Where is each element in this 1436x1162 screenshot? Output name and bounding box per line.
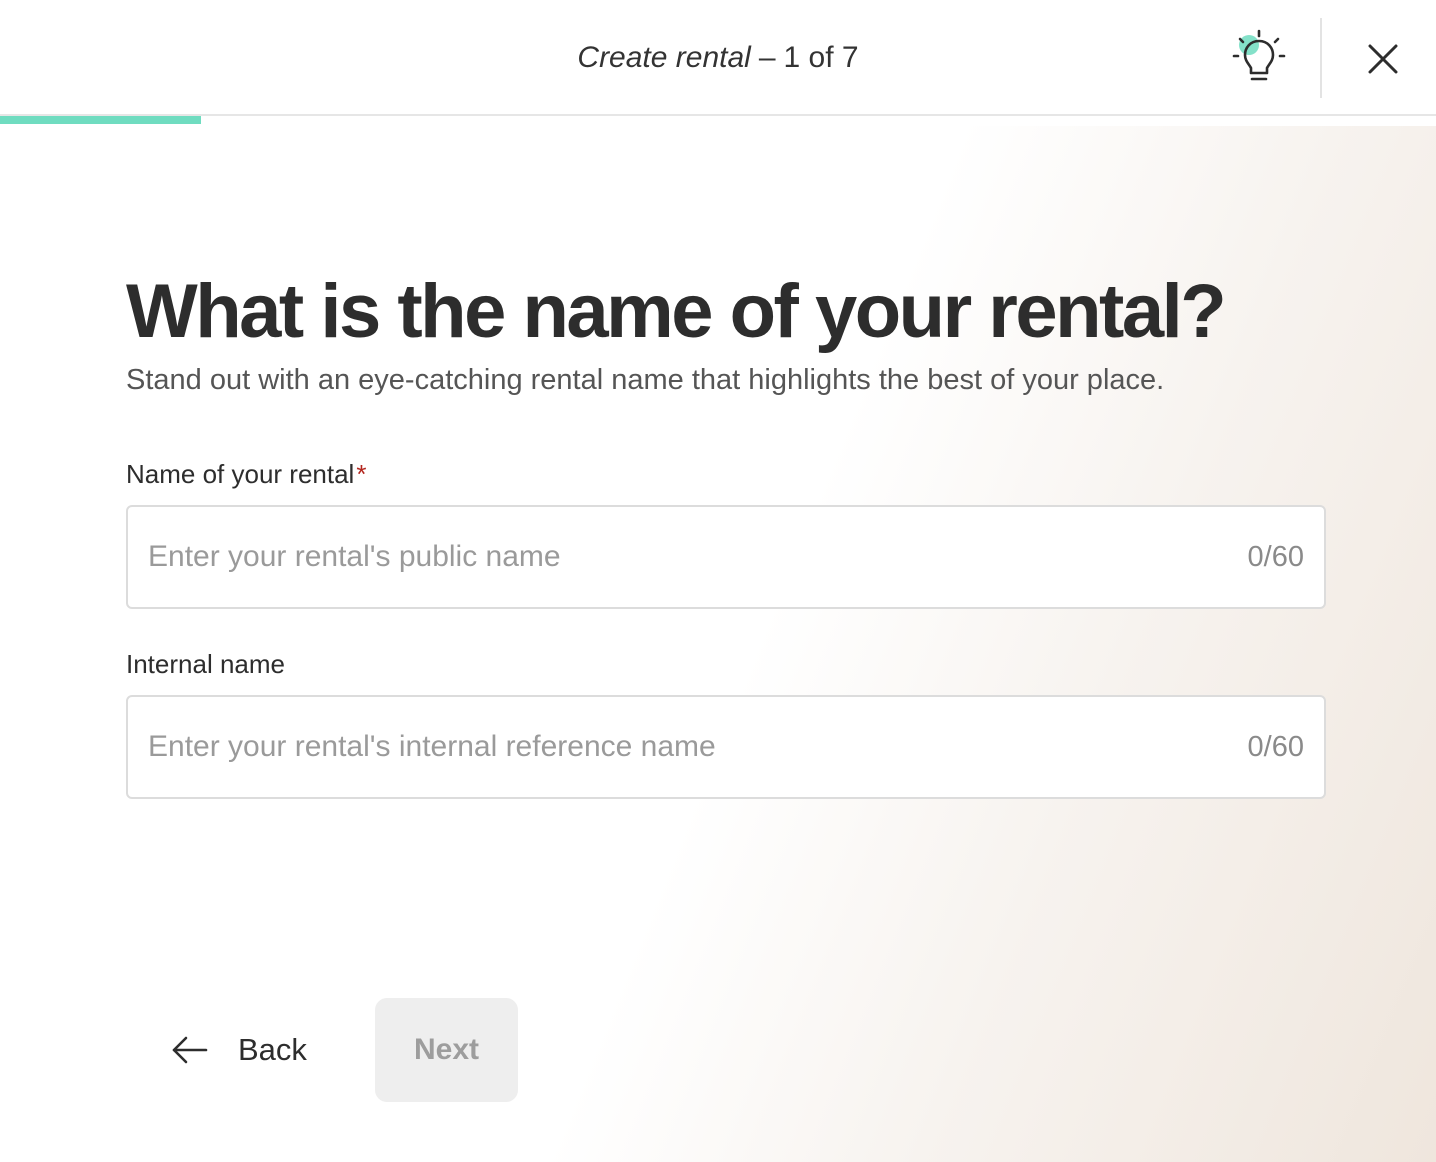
back-button-label: Back [238, 1032, 307, 1067]
public-name-label-text: Name of your rental [126, 459, 355, 489]
close-icon [1368, 44, 1398, 74]
public-name-input-box[interactable]: 0/60 [126, 505, 1326, 609]
modal-body: What is the name of your rental? Stand o… [0, 126, 1436, 1162]
progress-bar [0, 116, 1436, 126]
internal-name-label: Internal name [126, 649, 285, 679]
public-name-input[interactable] [148, 507, 1208, 607]
public-name-label: Name of your rental* [126, 458, 1326, 490]
progress-fill [0, 116, 202, 124]
internal-name-char-counter: 0/60 [1247, 731, 1304, 763]
internal-name-input[interactable] [148, 697, 1208, 797]
step-indicator: 1 of 7 [783, 41, 859, 74]
next-button[interactable]: Next [375, 998, 518, 1102]
required-asterisk: * [356, 459, 367, 489]
close-button[interactable] [1354, 30, 1412, 88]
header-divider [1320, 18, 1322, 98]
internal-name-field: Internal name 0/60 [126, 648, 1326, 799]
back-button[interactable]: Back [150, 998, 329, 1102]
internal-name-input-box[interactable]: 0/60 [126, 695, 1326, 799]
public-name-char-counter: 0/60 [1247, 541, 1304, 573]
title-separator: – [758, 41, 776, 74]
public-name-field: Name of your rental* 0/60 [126, 458, 1326, 609]
header-title: Create rental –1 of 7 [0, 38, 1436, 78]
create-rental-modal: Create rental –1 of 7 What is the name o… [0, 0, 1436, 1162]
modal-header: Create rental –1 of 7 [0, 0, 1436, 116]
page-subtitle: Stand out with an eye-catching rental na… [126, 364, 1165, 396]
tips-button[interactable] [1228, 28, 1290, 90]
lightbulb-icon [1232, 29, 1286, 81]
arrow-left-icon [172, 1036, 208, 1064]
flow-name: Create rental [577, 41, 751, 74]
page-title: What is the name of your rental? [126, 269, 1227, 354]
step-content: What is the name of your rental? Stand o… [126, 266, 1326, 799]
